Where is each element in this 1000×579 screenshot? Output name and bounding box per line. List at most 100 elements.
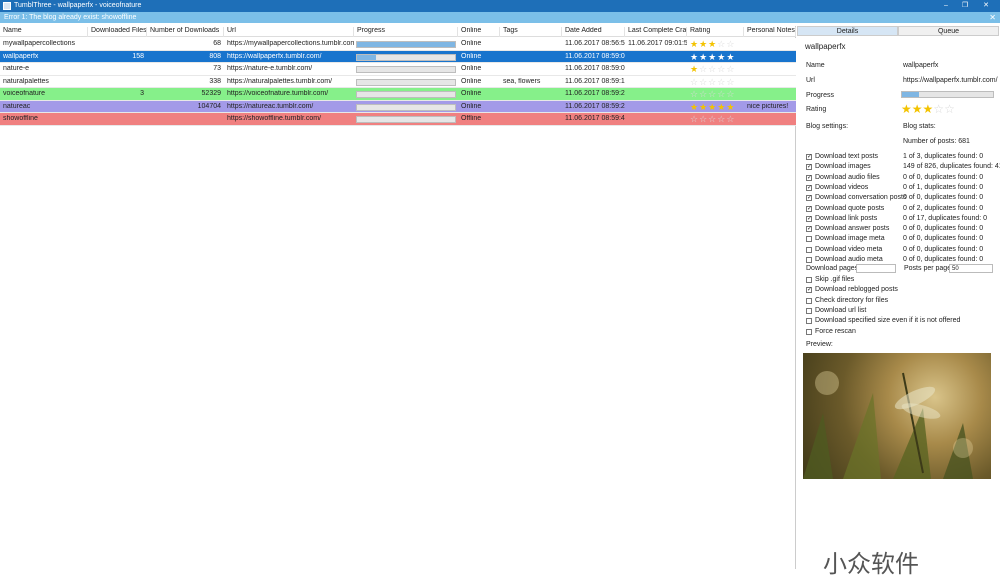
posts-per-page-input[interactable]: 50 [949, 264, 993, 273]
star-icon[interactable]: ☆ [726, 39, 735, 49]
column-header-rating[interactable]: Rating [687, 27, 744, 37]
checkbox-label[interactable]: Download audio meta [815, 256, 883, 263]
star-icon[interactable]: ★ [690, 39, 699, 49]
checkbox-label[interactable]: Download conversation posts [815, 194, 906, 201]
checkbox[interactable] [806, 236, 812, 243]
star-icon[interactable]: ☆ [944, 102, 955, 116]
star-icon[interactable]: ☆ [690, 89, 699, 99]
star-icon[interactable]: ☆ [699, 77, 708, 87]
checkbox[interactable] [806, 246, 812, 253]
checkbox[interactable]: ✓ [806, 164, 812, 171]
column-header-progress[interactable]: Progress [354, 27, 458, 37]
column-header-date-added[interactable]: Date Added [562, 27, 625, 37]
star-icon[interactable]: ★ [717, 102, 726, 112]
checkbox[interactable] [806, 257, 812, 263]
checkbox[interactable] [806, 277, 812, 283]
checkbox-label[interactable]: Download text posts [815, 153, 878, 160]
star-icon[interactable]: ☆ [708, 114, 717, 124]
option-label[interactable]: Check directory for files [815, 297, 888, 304]
rating-stars[interactable]: ★★★☆☆ [690, 39, 735, 50]
tab-queue[interactable]: Queue [898, 26, 999, 36]
checkbox[interactable] [806, 318, 812, 325]
star-icon[interactable]: ☆ [708, 77, 717, 87]
tab-details[interactable]: Details [797, 26, 898, 36]
rating-stars[interactable]: ★☆☆☆☆ [690, 64, 735, 75]
rating-stars[interactable]: ☆☆☆☆☆ [690, 89, 735, 100]
table-row[interactable]: natureac 104704 https://natureac.tumblr.co… [0, 100, 796, 113]
close-button[interactable]: ✕ [978, 1, 994, 11]
column-header-online[interactable]: Online [458, 27, 500, 37]
checkbox-label[interactable]: Download quote posts [815, 205, 884, 212]
checkbox-label[interactable]: Download videos [815, 184, 868, 191]
rating-stars[interactable]: ★★★☆☆ [901, 102, 955, 116]
table-row[interactable]: voiceofnature 3 52329 https://voiceofnature… [0, 88, 796, 101]
table-row[interactable]: naturalpalettes 338 https://naturalpalette… [0, 75, 796, 88]
star-icon[interactable]: ☆ [699, 114, 708, 124]
star-icon[interactable]: ★ [699, 39, 708, 49]
rating-stars[interactable]: ★★★★★ [690, 52, 735, 63]
star-icon[interactable]: ★ [690, 52, 699, 62]
star-icon[interactable]: ★ [699, 52, 708, 62]
column-header-url[interactable]: Url [224, 27, 354, 37]
star-icon[interactable]: ☆ [726, 77, 735, 87]
star-icon[interactable]: ★ [923, 102, 934, 116]
column-header-personal-notes[interactable]: Personal Notes [744, 27, 796, 37]
star-icon[interactable]: ☆ [726, 114, 735, 124]
checkbox[interactable]: ✓ [806, 174, 812, 181]
star-icon[interactable]: ☆ [699, 64, 708, 74]
checkbox-label[interactable]: Download answer posts [815, 225, 889, 232]
star-icon[interactable]: ★ [726, 102, 735, 112]
star-icon[interactable]: ☆ [726, 64, 735, 74]
star-icon[interactable]: ☆ [690, 114, 699, 124]
star-icon[interactable]: ☆ [717, 39, 726, 49]
rating-stars[interactable]: ☆☆☆☆☆ [690, 114, 735, 125]
checkbox[interactable] [806, 328, 812, 335]
table-row[interactable]: showoffline https://showoffline.tumblr.co… [0, 113, 796, 126]
star-icon[interactable]: ☆ [708, 64, 717, 74]
star-icon[interactable]: ★ [901, 102, 912, 116]
checkbox[interactable]: ✓ [806, 287, 812, 294]
star-icon[interactable]: ★ [912, 102, 923, 116]
star-icon[interactable]: ★ [717, 52, 726, 62]
star-icon[interactable]: ★ [699, 102, 708, 112]
column-header-name[interactable]: Name [0, 27, 88, 37]
column-header-number-of-downloads[interactable]: Number of Downloads [147, 27, 224, 37]
close-error-icon[interactable]: ✕ [989, 13, 996, 22]
star-icon[interactable]: ★ [708, 39, 717, 49]
checkbox-label[interactable]: Download image meta [815, 235, 885, 242]
rating-stars[interactable]: ☆☆☆☆☆ [690, 77, 735, 88]
checkbox-label[interactable]: Download audio files [815, 174, 880, 181]
star-icon[interactable]: ★ [726, 52, 735, 62]
checkbox[interactable]: ✓ [806, 205, 812, 212]
star-icon[interactable]: ☆ [726, 89, 735, 99]
checkbox-label[interactable]: Download video meta [815, 246, 882, 253]
option-label[interactable]: Skip .gif files [815, 276, 854, 283]
star-icon[interactable]: ☆ [933, 102, 944, 116]
column-header-tags[interactable]: Tags [500, 27, 562, 37]
option-label[interactable]: Download specified size even if it is no… [815, 317, 960, 324]
minimize-button[interactable]: – [938, 1, 954, 11]
star-icon[interactable]: ★ [708, 102, 717, 112]
checkbox[interactable] [806, 297, 812, 304]
checkbox[interactable]: ✓ [806, 215, 812, 222]
option-label[interactable]: Download reblogged posts [815, 286, 898, 293]
checkbox-label[interactable]: Download images [815, 163, 871, 170]
option-label[interactable]: Download url list [815, 307, 866, 314]
star-icon[interactable]: ☆ [717, 114, 726, 124]
table-row[interactable]: wallpaperfx 158 808 https://wallpaperfx.tum… [0, 50, 796, 63]
checkbox-label[interactable]: Download link posts [815, 215, 877, 222]
checkbox[interactable] [806, 307, 812, 314]
star-icon[interactable]: ☆ [699, 89, 708, 99]
star-icon[interactable]: ☆ [717, 89, 726, 99]
star-icon[interactable]: ★ [708, 52, 717, 62]
checkbox[interactable]: ✓ [806, 184, 812, 191]
star-icon[interactable]: ☆ [690, 77, 699, 87]
download-pages-input[interactable] [856, 264, 896, 273]
star-icon[interactable]: ☆ [708, 89, 717, 99]
maximize-button[interactable]: ❐ [957, 1, 973, 11]
table-row[interactable]: mywallpapercollections 68 https://mywallpa… [0, 38, 796, 51]
checkbox[interactable]: ✓ [806, 154, 812, 160]
checkbox[interactable]: ✓ [806, 195, 812, 202]
table-row[interactable]: nature-e 73 https://nature-e.tumblr.com/On… [0, 63, 796, 76]
column-header-downloaded-files[interactable]: Downloaded Files [88, 27, 147, 37]
